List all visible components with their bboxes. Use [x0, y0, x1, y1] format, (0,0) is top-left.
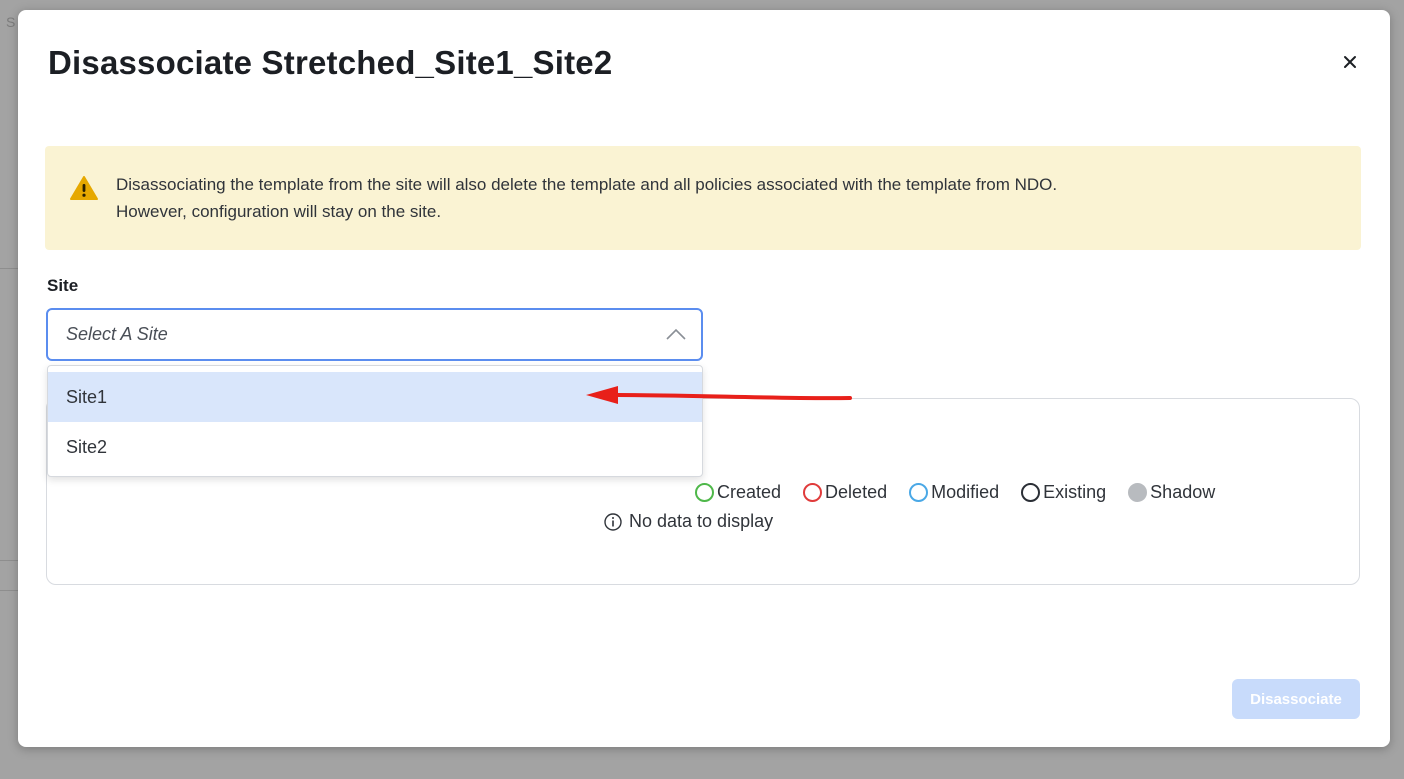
modified-status-icon	[909, 483, 929, 502]
created-status-icon	[695, 483, 714, 502]
close-icon	[1344, 56, 1356, 68]
site-select[interactable]: Select A Site	[46, 308, 703, 361]
legend-label: Deleted	[825, 482, 888, 502]
close-button[interactable]	[1336, 48, 1364, 76]
site-option-site2[interactable]: Site2	[48, 422, 702, 472]
legend-item-existing: Existing	[1021, 482, 1106, 503]
legend-label: Created	[717, 482, 782, 502]
chevron-up-icon	[666, 328, 686, 340]
warning-line-2: However, configuration will stay on the …	[116, 202, 442, 221]
disassociate-modal: Disassociate Stretched_Site1_Site2 Disas…	[18, 10, 1390, 747]
empty-state: No data to display	[603, 511, 773, 532]
warning-message: Disassociating the template from the sit…	[116, 171, 1336, 225]
info-icon	[604, 512, 622, 531]
backdrop-text: S	[6, 14, 16, 30]
legend-label: Existing	[1043, 482, 1107, 502]
warning-triangle-icon	[70, 176, 98, 200]
deleted-status-icon	[803, 483, 823, 502]
legend-item-shadow: Shadow	[1128, 482, 1215, 503]
legend-label: Shadow	[1150, 482, 1216, 502]
disassociate-button[interactable]: Disassociate	[1232, 679, 1360, 719]
legend-item-modified: Modified	[909, 482, 999, 503]
site-field-label: Site	[47, 276, 79, 295]
shadow-status-icon	[1128, 483, 1148, 502]
legend-item-deleted: Deleted	[803, 482, 887, 503]
site-dropdown-menu: Site1 Site2	[47, 365, 703, 477]
empty-state-text: No data to display	[629, 511, 774, 531]
existing-status-icon	[1021, 483, 1041, 502]
annotation-arrow-icon	[586, 386, 852, 404]
legend-item-created: Created	[695, 482, 781, 503]
status-legend: Created Deleted Modified Existing Shadow	[695, 482, 1215, 503]
warning-banner: Disassociating the template from the sit…	[45, 146, 1361, 250]
site-select-placeholder: Select A Site	[66, 324, 168, 344]
warning-line-1: Disassociating the template from the sit…	[116, 175, 1058, 194]
modal-title: Disassociate Stretched_Site1_Site2	[48, 44, 613, 81]
legend-label: Modified	[931, 482, 1000, 502]
